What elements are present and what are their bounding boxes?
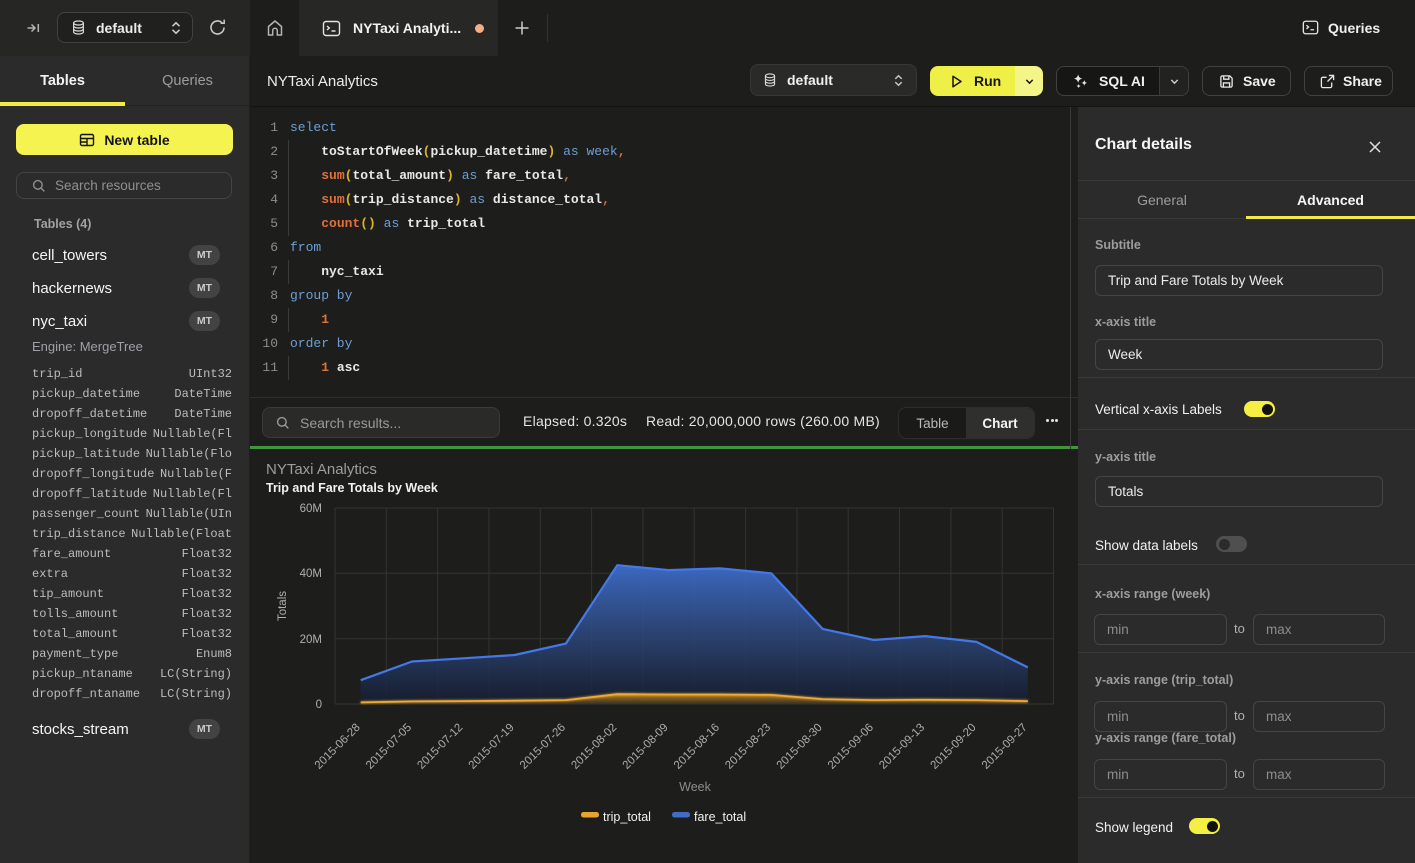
svg-text:Trip and Fare Totals by Week: Trip and Fare Totals by Week [266,481,438,495]
svg-text:2015-09-20: 2015-09-20 [929,722,979,772]
svg-text:20M: 20M [300,634,322,646]
svg-text:2015-06-28: 2015-06-28 [313,722,363,772]
svg-text:trip_total: trip_total [603,810,651,824]
svg-text:60M: 60M [300,503,322,515]
svg-text:2015-09-06: 2015-09-06 [826,722,876,772]
svg-text:2015-08-23: 2015-08-23 [723,722,773,772]
svg-text:40M: 40M [300,568,322,580]
svg-text:2015-07-05: 2015-07-05 [364,722,414,772]
svg-text:fare_total: fare_total [694,810,746,824]
svg-text:2015-08-30: 2015-08-30 [775,722,825,772]
svg-text:2015-09-27: 2015-09-27 [980,722,1030,772]
svg-text:2015-08-02: 2015-08-02 [569,722,619,772]
svg-text:NYTaxi Analytics: NYTaxi Analytics [266,461,377,478]
svg-text:2015-07-19: 2015-07-19 [467,722,517,772]
svg-text:2015-07-12: 2015-07-12 [415,722,465,772]
svg-text:2015-09-13: 2015-09-13 [877,722,927,772]
svg-text:0: 0 [316,699,322,711]
svg-text:2015-08-16: 2015-08-16 [672,722,722,772]
svg-text:Week: Week [679,780,711,794]
svg-text:2015-08-09: 2015-08-09 [621,722,671,772]
svg-text:2015-07-26: 2015-07-26 [518,722,568,772]
svg-text:Totals: Totals [277,591,289,621]
